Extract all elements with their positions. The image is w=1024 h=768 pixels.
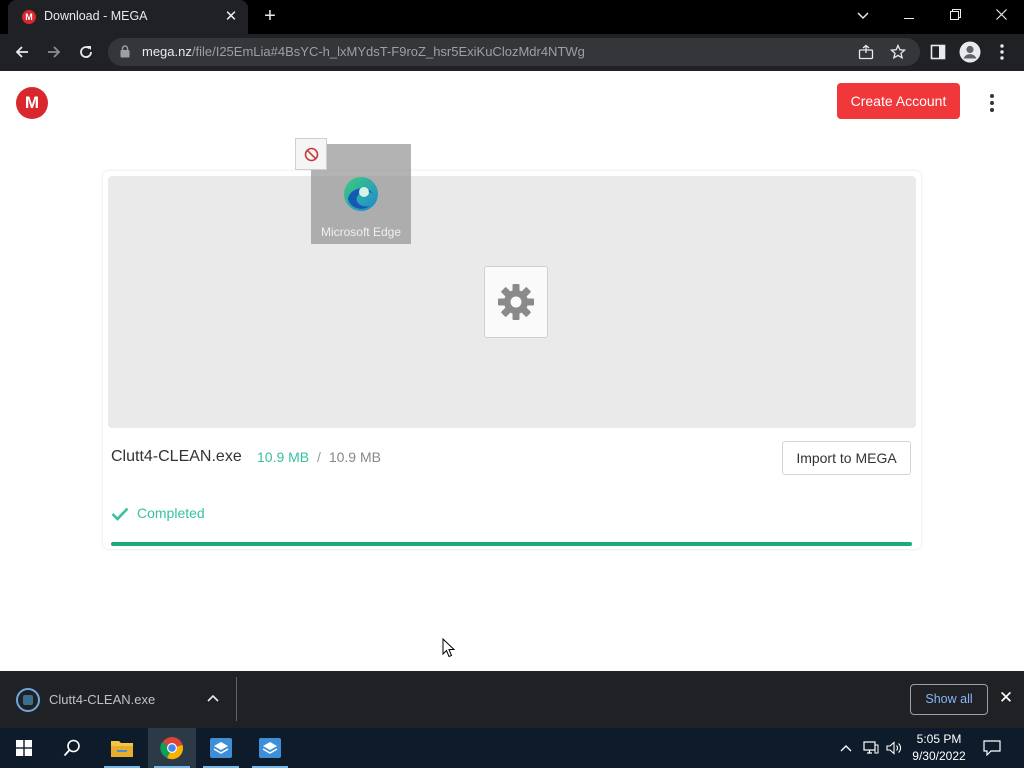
start-button[interactable] bbox=[0, 728, 48, 768]
bookmark-star-icon[interactable] bbox=[886, 40, 910, 64]
network-button[interactable] bbox=[860, 728, 882, 768]
browser-tab-strip: M Download - MEGA ✕ + bbox=[0, 0, 1024, 34]
folder-icon bbox=[111, 741, 133, 757]
microsoft-edge-icon bbox=[344, 177, 378, 211]
browser-tab[interactable]: M Download - MEGA ✕ bbox=[8, 0, 248, 34]
clock-time: 5:05 PM bbox=[916, 732, 962, 746]
show-hidden-icons-button[interactable] bbox=[836, 728, 856, 768]
import-to-mega-button[interactable]: Import to MEGA bbox=[782, 441, 911, 475]
app-window-icon bbox=[210, 738, 232, 758]
browser-menu-icon[interactable] bbox=[990, 40, 1014, 64]
close-shelf-icon[interactable]: ✕ bbox=[996, 688, 1016, 708]
forward-button[interactable] bbox=[42, 40, 66, 64]
chevron-up-icon[interactable] bbox=[204, 689, 222, 707]
checkmark-icon bbox=[111, 507, 129, 521]
shelf-divider bbox=[236, 677, 237, 721]
tab-search-icon[interactable] bbox=[840, 0, 886, 30]
clock-date: 9/30/2022 bbox=[912, 749, 966, 763]
url-text: mega.nz/file/I25EmLia#4BsYC-h_lxMYdsT-F9… bbox=[142, 44, 585, 59]
volume-button[interactable] bbox=[883, 728, 905, 768]
no-drop-icon bbox=[295, 138, 327, 170]
gear-icon bbox=[498, 284, 534, 320]
profile-avatar-icon[interactable] bbox=[958, 40, 982, 64]
download-status: Completed bbox=[137, 505, 205, 521]
drag-ghost-label: Microsoft Edge bbox=[320, 225, 402, 239]
file-type-tile bbox=[484, 266, 548, 338]
new-tab-button[interactable]: + bbox=[260, 6, 280, 26]
download-progress-bar bbox=[111, 542, 912, 546]
windows-taskbar: 5:05 PM 9/30/2022 bbox=[0, 728, 1024, 768]
size-separator: / bbox=[317, 449, 321, 465]
mouse-cursor-icon bbox=[442, 638, 456, 658]
taskbar-app-2[interactable] bbox=[246, 728, 294, 768]
create-account-button[interactable]: Create Account bbox=[837, 83, 960, 119]
search-icon bbox=[63, 739, 80, 757]
taskbar-clock[interactable]: 5:05 PM 9/30/2022 bbox=[904, 731, 974, 765]
taskbar-chrome[interactable] bbox=[148, 728, 196, 768]
restore-button[interactable] bbox=[932, 0, 978, 30]
download-progress-fill bbox=[111, 542, 912, 546]
file-preview-area bbox=[108, 176, 916, 428]
tab-title: Download - MEGA bbox=[44, 9, 148, 23]
mega-logo[interactable]: M bbox=[16, 87, 48, 119]
windows-logo-icon bbox=[16, 740, 32, 756]
network-icon bbox=[863, 741, 879, 754]
file-name: Clutt4-CLEAN.exe bbox=[111, 448, 242, 465]
page-menu-icon[interactable] bbox=[984, 91, 1000, 115]
file-size: 10.9 MB / 10.9 MB bbox=[257, 449, 381, 465]
back-button[interactable] bbox=[10, 40, 34, 64]
app-window-icon bbox=[259, 738, 281, 758]
notification-center-button[interactable] bbox=[978, 728, 1006, 768]
browser-toolbar: mega.nz/file/I25EmLia#4BsYC-h_lxMYdsT-F9… bbox=[0, 34, 1024, 71]
download-file-icon bbox=[16, 688, 40, 712]
side-panel-icon[interactable] bbox=[926, 40, 950, 64]
show-all-button[interactable]: Show all bbox=[910, 684, 988, 715]
close-window-button[interactable] bbox=[978, 0, 1024, 30]
tab-close-icon[interactable]: ✕ bbox=[222, 8, 240, 26]
download-shelf: Clutt4-CLEAN.exe Show all ✕ bbox=[0, 671, 1024, 728]
taskbar-app-1[interactable] bbox=[197, 728, 245, 768]
download-item-name[interactable]: Clutt4-CLEAN.exe bbox=[49, 692, 155, 707]
file-download-card: Clutt4-CLEAN.exe 10.9 MB / 10.9 MB Impor… bbox=[103, 171, 921, 549]
downloaded-size: 10.9 MB bbox=[257, 449, 310, 465]
search-button[interactable] bbox=[48, 728, 96, 768]
total-size: 10.9 MB bbox=[328, 449, 381, 465]
taskbar-file-explorer[interactable] bbox=[98, 728, 146, 768]
share-icon[interactable] bbox=[854, 40, 878, 64]
notification-icon bbox=[983, 740, 1001, 756]
chrome-icon bbox=[160, 737, 183, 760]
reload-icon[interactable] bbox=[74, 40, 98, 64]
speaker-icon bbox=[886, 741, 901, 755]
lock-icon bbox=[120, 45, 130, 58]
address-bar[interactable]: mega.nz/file/I25EmLia#4BsYC-h_lxMYdsT-F9… bbox=[108, 38, 920, 66]
chevron-up-icon bbox=[840, 745, 852, 752]
mega-favicon-icon: M bbox=[22, 10, 36, 24]
minimize-button[interactable] bbox=[886, 0, 932, 30]
